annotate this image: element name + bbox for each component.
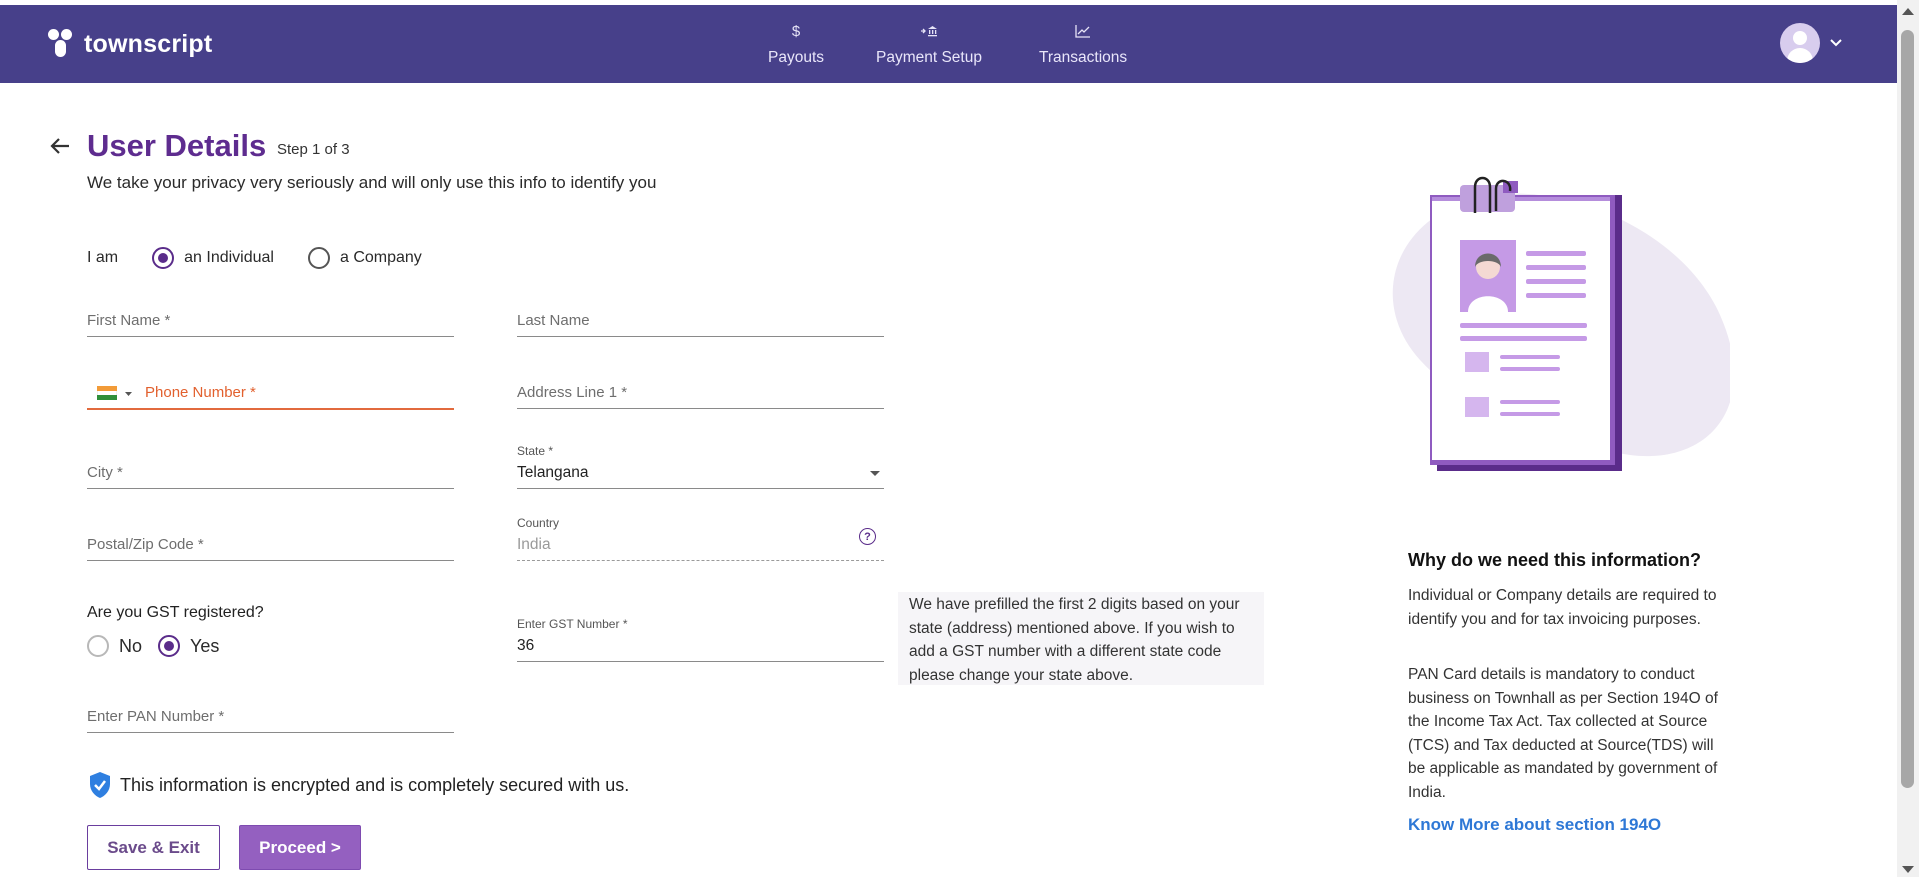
bank-icon <box>920 21 938 41</box>
radio-gst-no[interactable] <box>87 635 109 657</box>
page-scrollbar[interactable] <box>1897 0 1919 877</box>
page-title: User Details <box>87 128 267 163</box>
address-line-1-placeholder: Address Line 1 * <box>517 384 628 401</box>
security-notice-text: This information is encrypted and is com… <box>120 774 630 795</box>
country-field: Country India ? <box>517 516 884 561</box>
avatar <box>1780 23 1820 63</box>
first-name-placeholder: First Name * <box>87 312 171 329</box>
gst-prefill-note: We have prefilled the first 2 digits bas… <box>898 592 1264 685</box>
shield-check-icon <box>90 772 110 798</box>
gst-question: Are you GST registered? <box>87 604 264 621</box>
nav-payment-setup[interactable]: Payment Setup <box>876 21 982 67</box>
radio-gst-no-label[interactable]: No <box>119 636 142 657</box>
country-label: Country <box>517 516 560 530</box>
brand-name: townscript <box>84 29 213 58</box>
dollar-icon: $ <box>791 22 801 40</box>
postal-code-field[interactable]: Postal/Zip Code * <box>87 536 454 561</box>
nav-transactions-label: Transactions <box>1039 49 1128 66</box>
info-paragraph-2: PAN Card details is mandatory to conduct… <box>1408 666 1718 801</box>
last-name-field[interactable]: Last Name <box>517 312 884 337</box>
entity-type-group: I am an Individual a Company <box>87 247 422 269</box>
postal-code-placeholder: Postal/Zip Code * <box>87 536 204 553</box>
caret-down-icon <box>870 471 880 476</box>
phone-number-placeholder: Phone Number * <box>145 384 256 401</box>
radio-gst-yes[interactable] <box>158 635 181 657</box>
first-name-field[interactable]: First Name * <box>87 312 454 337</box>
user-menu[interactable] <box>1780 23 1842 63</box>
townscript-logo-icon <box>48 29 78 59</box>
last-name-placeholder: Last Name <box>517 312 590 329</box>
chart-line-icon <box>1075 21 1091 41</box>
gst-number-field[interactable]: Enter GST Number * 36 <box>517 617 884 662</box>
radio-individual[interactable] <box>152 247 175 269</box>
country-dropdown-icon[interactable] <box>125 392 132 396</box>
save-exit-button[interactable]: Save & Exit <box>87 825 220 870</box>
scroll-down-arrow-icon[interactable] <box>1902 866 1914 873</box>
radio-gst-yes-label[interactable]: Yes <box>190 636 219 657</box>
city-field[interactable]: City * <box>87 464 454 489</box>
know-more-link[interactable]: Know More about section 194O <box>1408 815 1661 835</box>
state-label: State * <box>517 444 554 458</box>
nav-payment-setup-label: Payment Setup <box>876 49 982 66</box>
gst-number-label: Enter GST Number * <box>517 617 628 631</box>
step-indicator: Step 1 of 3 <box>277 141 350 158</box>
info-title: Why do we need this information? <box>1408 550 1702 570</box>
security-notice: This information is encrypted and is com… <box>88 771 629 799</box>
city-placeholder: City * <box>87 464 123 481</box>
nav-payouts-label: Payouts <box>768 49 825 66</box>
back-arrow-icon[interactable] <box>48 134 72 158</box>
pan-number-field[interactable]: Enter PAN Number * <box>87 708 454 733</box>
radio-company-label[interactable]: a Company <box>340 249 422 267</box>
proceed-button[interactable]: Proceed > <box>239 825 361 870</box>
info-paragraph-1: Individual or Company details are requir… <box>1408 587 1717 628</box>
state-select[interactable]: State * Telangana <box>517 444 884 489</box>
help-icon[interactable]: ? <box>859 528 876 545</box>
india-flag-icon[interactable] <box>97 386 117 400</box>
entity-type-label: I am <box>87 249 119 266</box>
radio-company[interactable] <box>307 247 330 269</box>
nav-payouts[interactable]: $ Payouts <box>768 21 824 67</box>
gst-radio-group: No Yes <box>87 635 219 657</box>
page-subtitle: We take your privacy very seriously and … <box>87 173 657 192</box>
country-value: India <box>517 536 551 553</box>
nav-transactions[interactable]: Transactions <box>1039 21 1127 67</box>
top-navbar: townscript $ Payouts Payment Setup Trans… <box>0 5 1897 83</box>
scroll-up-arrow-icon[interactable] <box>1902 8 1914 15</box>
chevron-down-icon <box>1830 34 1842 52</box>
address-line-1-field[interactable]: Address Line 1 * <box>517 384 884 409</box>
scroll-thumb[interactable] <box>1901 30 1914 788</box>
gst-number-value: 36 <box>517 637 535 654</box>
radio-individual-label[interactable]: an Individual <box>184 249 274 267</box>
pan-number-placeholder: Enter PAN Number * <box>87 708 225 725</box>
phone-number-field[interactable]: Phone Number * <box>87 384 454 410</box>
brand-logo[interactable]: townscript <box>48 29 212 59</box>
document-illustration <box>1392 176 1730 471</box>
state-value: Telangana <box>517 464 589 481</box>
